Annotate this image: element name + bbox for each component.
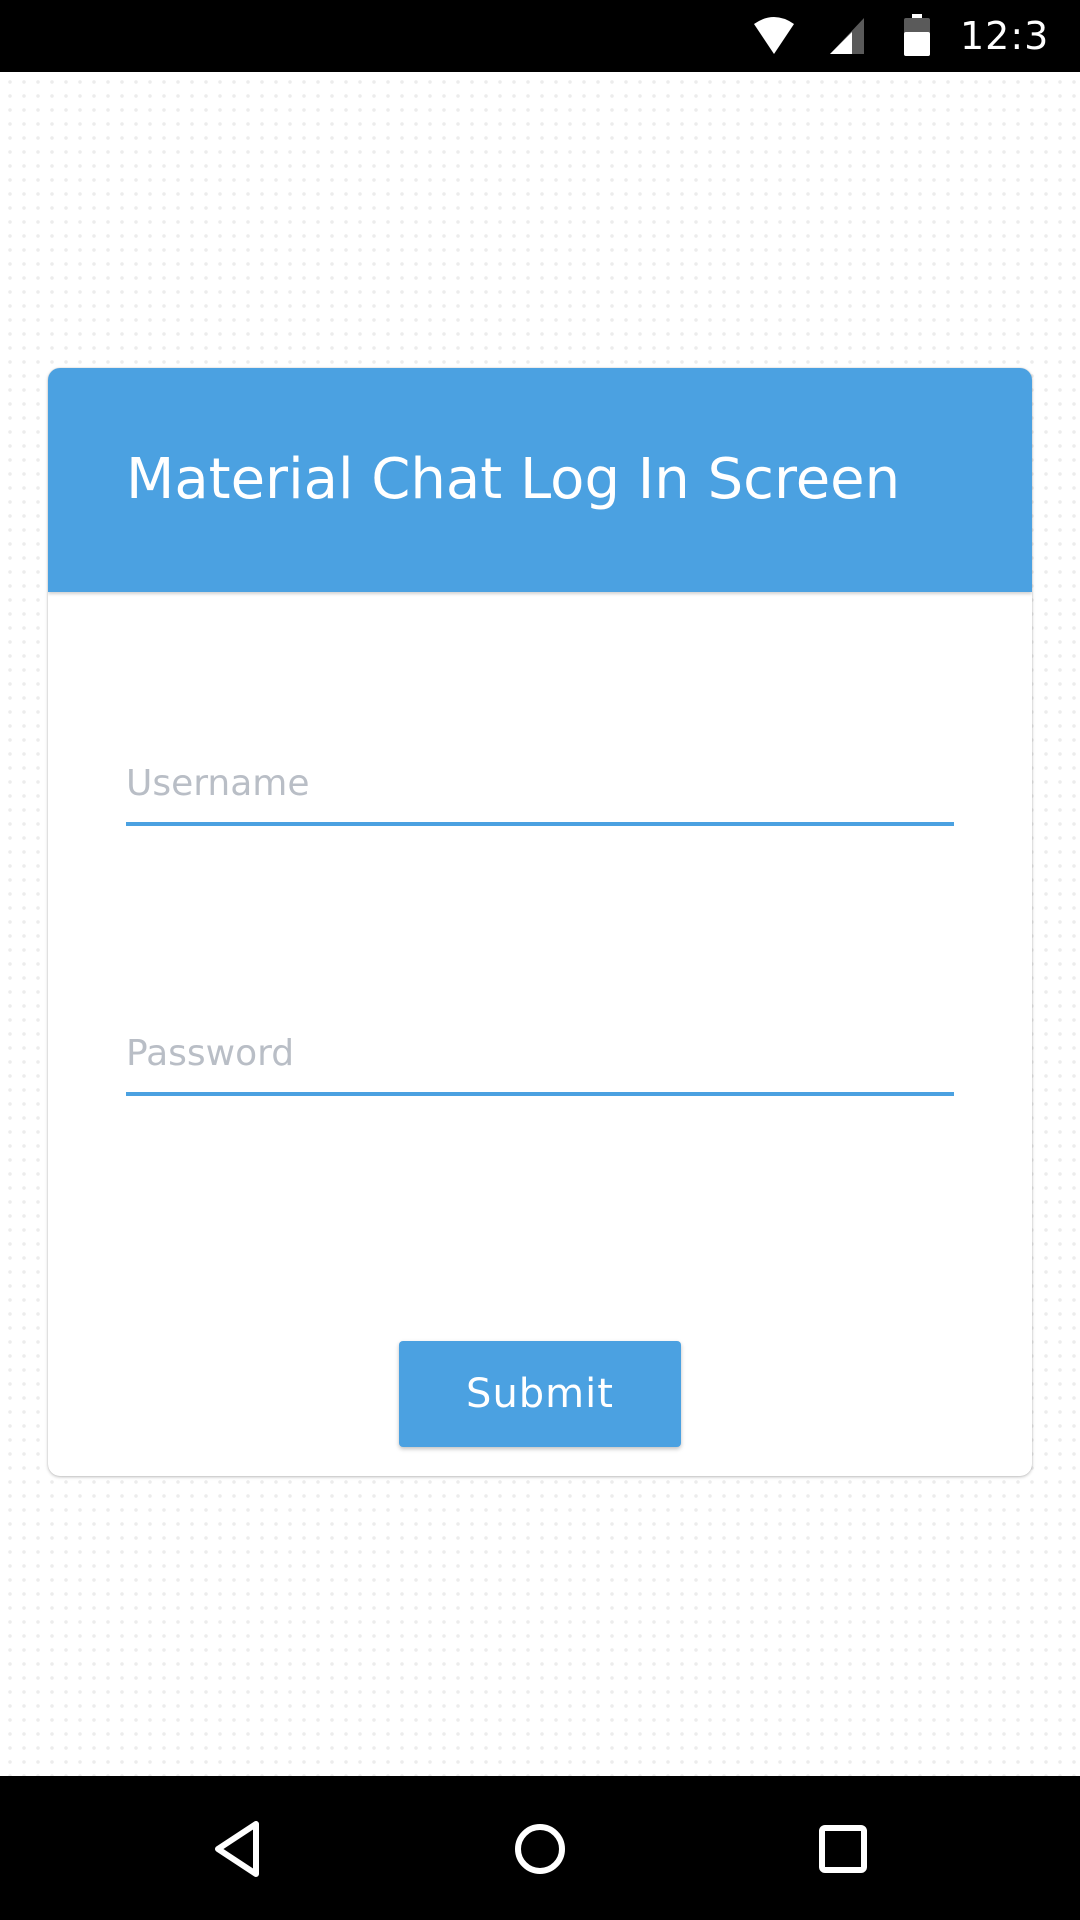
screen-background: Material Chat Log In Screen Submit: [0, 72, 1080, 1776]
cell-signal-icon: [830, 18, 864, 54]
wifi-icon: [754, 17, 794, 54]
status-clock: 12:3: [960, 14, 1050, 58]
back-icon[interactable]: [204, 1814, 274, 1884]
username-input[interactable]: [126, 746, 954, 820]
password-field: [126, 1016, 954, 1096]
login-card: Material Chat Log In Screen Submit: [48, 368, 1032, 1476]
password-input[interactable]: [126, 1016, 954, 1090]
submit-button[interactable]: Submit: [399, 1341, 681, 1447]
username-underline: [126, 822, 954, 826]
password-underline: [126, 1092, 954, 1096]
navigation-bar: [0, 1776, 1080, 1920]
status-bar: 12:3: [0, 0, 1080, 72]
home-icon[interactable]: [505, 1814, 575, 1884]
card-title: Material Chat Log In Screen: [126, 447, 901, 512]
battery-icon: [904, 14, 930, 56]
card-header: Material Chat Log In Screen: [48, 368, 1032, 592]
recents-icon[interactable]: [808, 1814, 878, 1884]
username-field: [126, 746, 954, 826]
